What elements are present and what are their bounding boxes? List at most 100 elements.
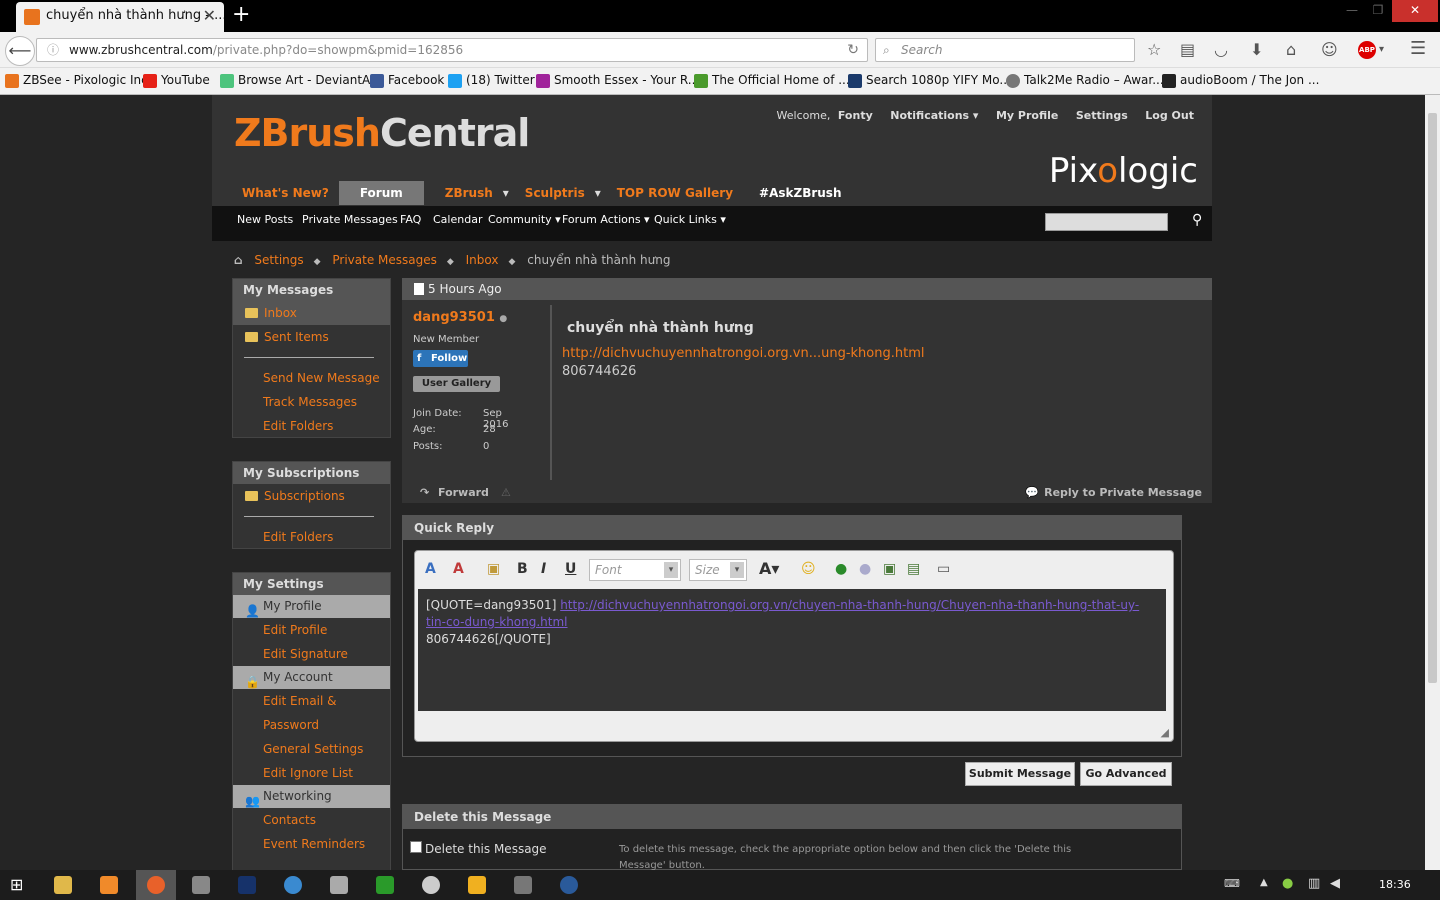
download-icon[interactable]: ⬇ xyxy=(1250,40,1263,59)
keyboard-icon[interactable]: ⌨ xyxy=(1224,877,1240,890)
app-icon[interactable] xyxy=(422,876,440,894)
sidebar-item-edit-signature[interactable]: Edit Signature xyxy=(233,642,390,666)
breadcrumb-private-messages[interactable]: Private Messages xyxy=(332,253,437,267)
subnav-forum-actions[interactable]: Forum Actions ▾ xyxy=(562,213,650,226)
sidebar-item-inbox[interactable]: Inbox xyxy=(233,301,390,325)
forward-button[interactable]: ↷ Forward ⚠ xyxy=(420,486,511,499)
firefox-icon[interactable] xyxy=(147,876,165,894)
app-icon[interactable] xyxy=(192,876,210,894)
remove-format-icon[interactable]: A xyxy=(425,561,436,577)
notifications-link[interactable]: Notifications ▾ xyxy=(890,109,978,122)
quote-icon[interactable]: ▭ xyxy=(937,561,950,577)
subnav-new-posts[interactable]: New Posts xyxy=(237,213,293,226)
bookmark-item[interactable]: The Official Home of ... xyxy=(694,73,850,88)
sidebar-item-edit-profile[interactable]: Edit Profile xyxy=(233,618,390,642)
bookmark-item[interactable]: Facebook xyxy=(370,73,444,88)
sidebar-item-edit-folders-subscriptions[interactable]: Edit Folders xyxy=(233,525,390,549)
bookmark-item[interactable]: (18) Twitter xyxy=(448,73,535,88)
sidebar-item-subscriptions[interactable]: Subscriptions xyxy=(233,484,390,508)
nav-ask-zbrush[interactable]: #AskZBrush xyxy=(743,181,851,205)
go-advanced-button[interactable]: Go Advanced xyxy=(1080,762,1172,786)
search-input[interactable]: ⌕ Search xyxy=(875,38,1135,62)
zbrushcentral-logo[interactable]: ZBrushCentral xyxy=(234,111,530,155)
bold-icon[interactable]: B xyxy=(517,561,528,577)
chevron-down-icon[interactable]: ▾ xyxy=(1379,44,1384,55)
chevron-down-icon[interactable]: ▾ xyxy=(503,181,515,205)
app-icon[interactable] xyxy=(468,876,486,894)
tray-app-icon[interactable]: ● xyxy=(1282,876,1293,891)
photoshop-icon[interactable] xyxy=(238,876,256,894)
app-icon[interactable] xyxy=(330,876,348,894)
message-link[interactable]: http://dichvuchuyennhatrongoi.org.vn...u… xyxy=(562,346,924,361)
subnav-faq[interactable]: FAQ xyxy=(400,213,421,226)
sidebar-item-contacts[interactable]: Contacts xyxy=(233,808,390,832)
smiley-icon[interactable]: ☺ xyxy=(801,561,816,577)
pocket-icon[interactable]: ◡ xyxy=(1214,40,1228,59)
follow-button[interactable]: f Follow xyxy=(413,350,468,367)
settings-link[interactable]: Settings xyxy=(1076,109,1128,122)
nav-sculptris[interactable]: Sculptris xyxy=(515,181,595,205)
subnav-quick-links[interactable]: Quick Links ▾ xyxy=(654,213,726,226)
warning-icon[interactable]: ⚠ xyxy=(501,486,511,499)
remove-link-icon[interactable]: ● xyxy=(859,561,871,577)
scrollbar-thumb[interactable] xyxy=(1428,113,1437,683)
font-select[interactable]: Font ▾ xyxy=(589,559,681,581)
user-gallery-button[interactable]: User Gallery xyxy=(413,376,500,392)
italic-icon[interactable]: I xyxy=(541,561,546,577)
nav-zbrush[interactable]: ZBrush xyxy=(424,181,503,205)
bookmark-star-icon[interactable]: ☆ xyxy=(1147,40,1161,59)
bookmark-item[interactable]: audioBoom / The Jon ... xyxy=(1162,73,1319,88)
bookmark-item[interactable]: Browse Art - DeviantArt xyxy=(220,73,380,88)
new-tab-button[interactable]: + xyxy=(232,2,250,28)
page-scrollbar[interactable] xyxy=(1425,95,1440,870)
sidebar-item-event-reminders[interactable]: Event Reminders xyxy=(233,832,390,856)
author-name[interactable]: dang93501 ● xyxy=(413,310,507,325)
forum-search-input[interactable] xyxy=(1045,213,1168,231)
reading-list-icon[interactable]: ▤ xyxy=(1180,40,1195,59)
tray-expand-icon[interactable]: ▲ xyxy=(1260,877,1268,888)
sidebar-item-sent-items[interactable]: Sent Items xyxy=(233,325,390,349)
sidebar-item-edit-folders[interactable]: Edit Folders xyxy=(233,414,390,438)
insert-video-icon[interactable]: ▤ xyxy=(907,561,920,577)
sidebar-item-send-new-message[interactable]: Send New Message xyxy=(233,366,390,390)
insert-image-icon[interactable]: ▣ xyxy=(883,561,896,577)
pixologic-logo[interactable]: Pixologic xyxy=(1049,151,1198,191)
browser-app-icon[interactable] xyxy=(284,876,302,894)
network-icon[interactable]: ▥ xyxy=(1308,876,1320,891)
file-explorer-icon[interactable] xyxy=(54,876,72,894)
reload-icon[interactable]: ↻ xyxy=(847,39,859,61)
subnav-private-messages[interactable]: Private Messages xyxy=(302,213,398,226)
browser-tab[interactable]: chuyển nhà thành hưng - ... ✕ xyxy=(16,2,224,32)
adblock-icon[interactable]: ABP xyxy=(1358,41,1376,59)
text-color-icon[interactable]: A▾ xyxy=(759,559,779,578)
subnav-community[interactable]: Community ▾ xyxy=(488,213,561,226)
volume-icon[interactable]: ◀ xyxy=(1330,876,1340,891)
sidebar-item-password[interactable]: Password xyxy=(233,713,390,737)
url-bar[interactable]: ⓘ www.zbrushcentral.com/private.php?do=s… xyxy=(36,38,868,62)
sidebar-item-general-settings[interactable]: General Settings xyxy=(233,737,390,761)
bookmark-item[interactable]: Smooth Essex - Your R... xyxy=(536,73,699,88)
reply-textarea[interactable]: [QUOTE=dang93501] http://dichvuchuyennha… xyxy=(418,589,1166,711)
my-profile-link[interactable]: My Profile xyxy=(996,109,1058,122)
sidebar-item-edit-ignore-list[interactable]: Edit Ignore List xyxy=(233,761,390,785)
minimize-icon[interactable]: — xyxy=(1340,0,1364,22)
bookmark-item[interactable]: YouTube xyxy=(143,73,210,88)
windows-start-icon[interactable]: ⊞ xyxy=(10,875,23,894)
size-select[interactable]: Size ▾ xyxy=(689,559,747,581)
maximize-icon[interactable]: ❐ xyxy=(1366,0,1390,22)
breadcrumb-settings[interactable]: Settings xyxy=(254,253,303,267)
nav-forum[interactable]: Forum xyxy=(338,181,424,205)
back-button[interactable]: ⟵ xyxy=(5,36,35,66)
underline-icon[interactable]: U xyxy=(565,561,576,577)
home-icon[interactable]: ⌂ xyxy=(234,253,243,267)
app-icon[interactable] xyxy=(514,876,532,894)
switch-editor-icon[interactable]: A xyxy=(453,561,464,577)
delete-checkbox[interactable] xyxy=(410,841,422,853)
logout-link[interactable]: Log Out xyxy=(1145,109,1194,122)
bookmark-item[interactable]: Search 1080p YIFY Mo... xyxy=(848,73,1011,88)
close-window-icon[interactable]: ✕ xyxy=(1392,0,1438,22)
bookmark-item[interactable]: ZBSee - Pixologic Inc. xyxy=(5,73,152,88)
username-link[interactable]: Fonty xyxy=(838,109,873,122)
reply-button[interactable]: 💬 Reply to Private Message xyxy=(1025,486,1202,499)
search-icon[interactable]: ⚲ xyxy=(1192,212,1202,228)
